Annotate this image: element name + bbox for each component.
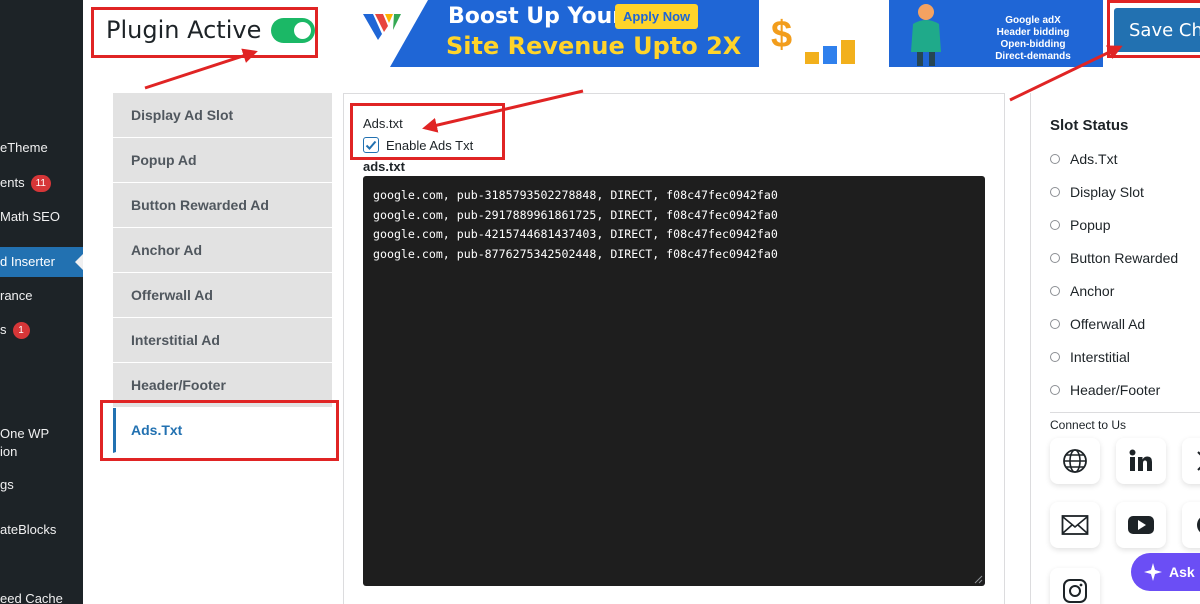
sidebar-divider <box>1050 412 1200 413</box>
banner-subheadline: Site Revenue Upto 2X <box>446 32 742 60</box>
wp-menu-item[interactable]: s1 <box>0 315 83 345</box>
status-dot-icon <box>1050 154 1060 164</box>
wp-menu-item-current[interactable]: d Inserter <box>0 247 83 277</box>
wp-menu-item[interactable]: rance <box>0 281 83 311</box>
slot-status-label: Header/Footer <box>1070 382 1161 398</box>
wp-menu-label: ateBlocks <box>0 522 57 537</box>
mail-icon-glyph <box>1061 515 1089 535</box>
slot-status-item: Interstitial <box>1050 349 1130 365</box>
circle-icon-glyph <box>1197 517 1200 533</box>
banner-feature: Google adX <box>1005 15 1061 26</box>
youtube-icon-glyph <box>1128 516 1154 534</box>
linkedin-icon[interactable] <box>1116 438 1166 484</box>
status-dot-icon <box>1050 253 1060 263</box>
status-dot-icon <box>1050 220 1060 230</box>
wp-menu-label: eTheme <box>0 140 48 155</box>
wp-menu-item[interactable]: ents 11 <box>0 168 83 198</box>
banner-feature-list: Google adX Header bidding Open-bidding D… <box>978 15 1088 63</box>
slot-status-title: Slot Status <box>1050 117 1129 134</box>
slot-status-item: Button Rewarded <box>1050 250 1178 266</box>
slot-status-item: Anchor <box>1050 283 1114 299</box>
slot-status-label: Popup <box>1070 217 1111 233</box>
wp-menu-label: One WP ion <box>0 426 49 459</box>
status-dot-icon <box>1050 319 1060 329</box>
social-icon[interactable] <box>1182 502 1200 548</box>
status-dot-icon <box>1050 385 1060 395</box>
mail-icon[interactable] <box>1050 502 1100 548</box>
wp-menu-item[interactable]: One WP ion <box>0 425 60 465</box>
wp-menu-label: ents <box>0 175 25 190</box>
ask-label: Ask <box>1169 564 1195 580</box>
slot-status-label: Button Rewarded <box>1070 250 1179 266</box>
linkedin-icon-glyph <box>1129 449 1152 471</box>
status-dot-icon <box>1050 187 1060 197</box>
wp-menu-label: s <box>0 322 7 337</box>
wp-menu-item[interactable]: eed Cache <box>0 584 83 604</box>
slot-status-label: Ads.Txt <box>1070 151 1118 167</box>
slot-status-label: Interstitial <box>1070 349 1130 365</box>
connect-label: Connect to Us <box>1050 418 1127 432</box>
tab-offerwall-ad[interactable]: Offerwall Ad <box>113 273 332 318</box>
wp-menu-label: eed Cache <box>0 591 63 604</box>
slot-status-item: Header/Footer <box>1050 382 1160 398</box>
annotation-box-save <box>1107 0 1200 58</box>
instagram-icon-glyph <box>1063 579 1087 603</box>
banner-headline: Boost Up Your <box>448 4 624 29</box>
slot-status-label: Offerwall Ad <box>1070 316 1146 332</box>
dollar-icon: $ <box>771 14 793 56</box>
wp-menu-label: d Inserter <box>0 254 55 269</box>
wp-menu-label: Math SEO <box>0 209 60 224</box>
banner-feature: Direct-demands <box>995 51 1071 62</box>
wp-menu-label: rance <box>0 288 33 303</box>
globe-icon-glyph <box>1063 449 1087 473</box>
wp-menu-item[interactable]: eTheme <box>0 133 83 163</box>
wp-menu-item[interactable]: gs <box>0 470 83 500</box>
instagram-icon[interactable] <box>1050 568 1100 604</box>
tab-anchor-ad[interactable]: Anchor Ad <box>113 228 332 273</box>
update-count-badge: 11 <box>30 175 51 192</box>
banner-feature: Header bidding <box>996 27 1070 38</box>
brand-logo-icon <box>363 14 401 40</box>
wp-menu-item[interactable]: ateBlocks <box>0 515 83 545</box>
update-count-badge: 1 <box>12 322 30 339</box>
banner-feature: Open-bidding <box>1000 39 1066 50</box>
tab-display-ad-slot[interactable]: Display Ad Slot <box>113 93 332 138</box>
tab-button-rewarded-ad[interactable]: Button Rewarded Ad <box>113 183 332 228</box>
tab-interstitial-ad[interactable]: Interstitial Ad <box>113 318 332 363</box>
apply-now-button[interactable]: Apply Now <box>615 4 699 29</box>
wp-admin-menu: eTheme ents 11 Math SEO d Inserter rance … <box>0 0 83 604</box>
annotation-box-plugin-active <box>91 7 318 58</box>
x-icon-glyph <box>1197 451 1200 471</box>
slot-status-item: Ads.Txt <box>1050 151 1117 167</box>
ask-ai-button[interactable]: Ask <box>1131 553 1200 591</box>
x-icon[interactable] <box>1182 438 1200 484</box>
person-illustration-icon <box>911 4 941 66</box>
status-dot-icon <box>1050 352 1060 362</box>
slot-status-item: Popup <box>1050 217 1110 233</box>
annotation-box-ads-tab <box>100 400 339 461</box>
status-dot-icon <box>1050 286 1060 296</box>
wp-menu-label: gs <box>0 477 14 492</box>
ads-txt-textarea[interactable]: google.com, pub-3185793502278848, DIRECT… <box>363 176 985 586</box>
slot-status-item: Offerwall Ad <box>1050 316 1145 332</box>
ad-type-tabs: Display Ad Slot Popup Ad Button Rewarded… <box>113 93 332 453</box>
ads-txt-field-label: ads.txt <box>363 159 405 174</box>
sparkle-icon <box>1144 563 1162 581</box>
slot-status-item: Display Slot <box>1050 184 1144 200</box>
slot-status-label: Anchor <box>1070 283 1115 299</box>
globe-icon[interactable] <box>1050 438 1100 484</box>
coin-stack-icon <box>805 40 855 64</box>
slot-status-label: Display Slot <box>1070 184 1144 200</box>
wp-menu-item[interactable]: Math SEO <box>0 202 83 232</box>
resize-handle-icon[interactable] <box>973 574 983 584</box>
tab-popup-ad[interactable]: Popup Ad <box>113 138 332 183</box>
youtube-icon[interactable] <box>1116 502 1166 548</box>
promo-banner[interactable]: Boost Up Your Apply Now Site Revenue Upt… <box>333 0 1103 67</box>
annotation-box-enable <box>350 103 505 160</box>
